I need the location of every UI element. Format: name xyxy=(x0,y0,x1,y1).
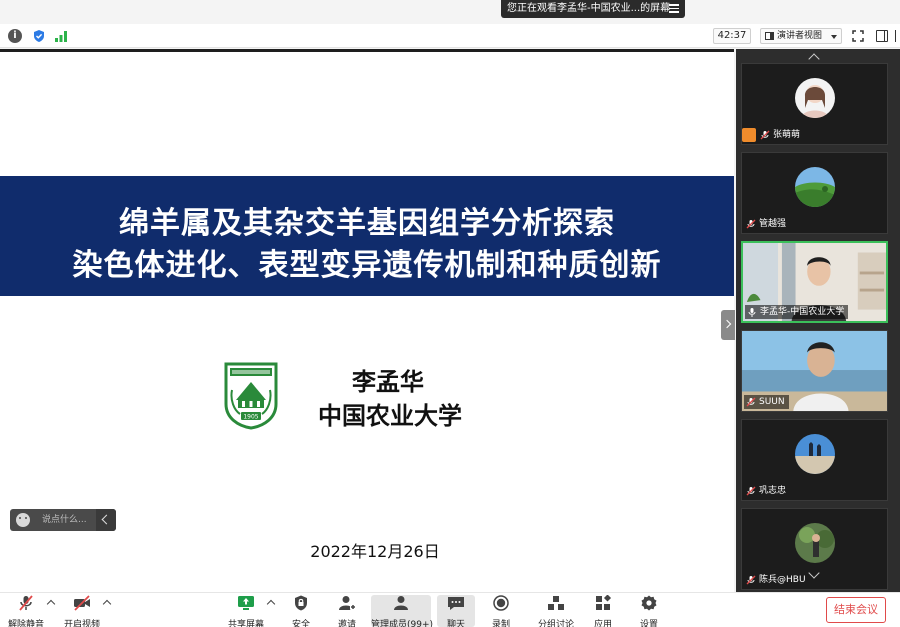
chevron-down-icon xyxy=(831,35,837,39)
record-label: 录制 xyxy=(491,620,510,627)
settings-button[interactable]: 设置 xyxy=(634,595,664,627)
participant-name: 巩志忠 xyxy=(744,484,786,498)
fullscreen-icon[interactable] xyxy=(852,30,864,42)
slide-date: 2022年12月26日 xyxy=(310,542,440,561)
participants-icon xyxy=(394,596,408,610)
apps-icon xyxy=(596,594,612,610)
menu-icon[interactable] xyxy=(669,4,679,14)
screen-share-banner[interactable]: 您正在观看李孟华-中国农业...的屏幕 xyxy=(501,0,685,18)
mic-muted-icon xyxy=(19,595,33,611)
manage-participants-button[interactable]: 管理成员(99+) xyxy=(371,595,434,627)
invite-icon xyxy=(339,596,356,610)
university-logo: 1905 xyxy=(224,362,278,430)
host-icon xyxy=(742,128,756,142)
manage-participants-label: 管理成员(99+) xyxy=(371,620,434,627)
slide-author-name: 李孟华 xyxy=(352,368,424,396)
more-icon[interactable] xyxy=(895,30,900,42)
quick-chat-input[interactable]: 说点什么... xyxy=(10,509,116,531)
security-button[interactable]: 安全 xyxy=(286,595,316,627)
participant-name: 管越强 xyxy=(744,217,786,231)
mic-icon xyxy=(748,308,756,317)
slide-author-affiliation: 中国农业大学 xyxy=(318,402,462,430)
mic-muted-icon xyxy=(746,397,756,407)
apps-button[interactable]: 应用 xyxy=(588,594,618,627)
start-video-label: 开启视频 xyxy=(63,620,100,627)
participant-tile[interactable]: 巩志忠 xyxy=(741,419,888,501)
avatar xyxy=(795,523,835,563)
chat-button[interactable]: 聊天 xyxy=(437,595,475,627)
shield-icon[interactable] xyxy=(32,29,46,43)
screen-share-banner-text: 您正在观看李孟华-中国农业...的屏幕 xyxy=(507,3,671,14)
participant-name: SUUN xyxy=(744,395,789,409)
start-video-button[interactable]: 开启视频 xyxy=(62,595,102,627)
mic-muted-icon xyxy=(746,219,756,229)
meeting-timer: 42:37 xyxy=(713,28,751,44)
settings-label: 设置 xyxy=(639,620,658,627)
quick-chat-placeholder: 说点什么... xyxy=(42,515,87,525)
share-screen-button[interactable]: 共享屏幕 xyxy=(226,595,266,627)
chat-icon xyxy=(448,597,464,610)
emoji-icon[interactable] xyxy=(16,513,30,527)
record-button[interactable]: 录制 xyxy=(486,595,516,627)
avatar xyxy=(795,78,835,118)
unmute-label: 解除静音 xyxy=(7,620,44,627)
slide-title-line-1: 绵羊属及其杂交羊基因组学分析探索 xyxy=(119,206,615,241)
share-screen-icon xyxy=(238,596,254,610)
security-icon xyxy=(295,595,307,611)
breakout-icon xyxy=(548,596,564,610)
panel-collapse-handle[interactable] xyxy=(721,310,735,340)
security-label: 安全 xyxy=(291,620,310,627)
avatar xyxy=(795,434,835,474)
record-icon xyxy=(493,595,509,611)
logo-year: 1905 xyxy=(243,414,258,421)
share-screen-label: 共享屏幕 xyxy=(227,620,264,627)
status-bar: i 42:37 演讲者视图 xyxy=(0,24,900,48)
participant-name: 张萌萌 xyxy=(758,128,800,142)
view-mode-label: 演讲者视图 xyxy=(777,31,823,41)
breakout-rooms-button[interactable]: 分组讨论 xyxy=(536,595,576,627)
breakout-label: 分组讨论 xyxy=(537,620,574,627)
participant-name: 李孟华-中国农业大学 xyxy=(745,305,849,319)
slide-title-band: 绵羊属及其杂交羊基因组学分析探索 染色体进化、表型变异遗传机制和种质创新 xyxy=(0,176,734,296)
participant-tile[interactable]: 张萌萌 xyxy=(741,63,888,145)
slide-title-line-2: 染色体进化、表型变异遗传机制和种质创新 xyxy=(72,248,662,283)
video-off-icon xyxy=(74,595,90,611)
view-mode-dropdown[interactable]: 演讲者视图 xyxy=(760,28,842,44)
chat-label: 聊天 xyxy=(446,620,465,627)
participant-name: 陈兵@HBU xyxy=(744,573,806,587)
invite-button[interactable]: 邀请 xyxy=(332,595,362,627)
participant-tile-active-speaker[interactable]: 李孟华-中国农业大学 xyxy=(741,241,888,323)
chevron-left-icon[interactable] xyxy=(96,509,116,531)
mic-muted-icon xyxy=(760,130,770,140)
mic-muted-icon xyxy=(746,486,756,496)
audio-options-chevron-icon[interactable] xyxy=(46,599,56,609)
layout-icon xyxy=(765,32,774,40)
invite-label: 邀请 xyxy=(337,620,356,627)
end-meeting-button[interactable]: 结束会议 xyxy=(826,597,886,623)
participant-tile[interactable]: 管越强 xyxy=(741,152,888,234)
meeting-toolbar: 解除静音 开启视频 共享屏幕 安全 邀请 管理成员(99+) 聊天 录制 分组讨… xyxy=(0,592,900,627)
meeting-window: 您正在观看李孟华-中国农业...的屏幕 i 42:37 演讲者视图 绵羊属及其杂… xyxy=(0,0,900,627)
mic-muted-icon xyxy=(746,575,756,585)
video-options-chevron-icon[interactable] xyxy=(102,599,112,609)
unmute-button[interactable]: 解除静音 xyxy=(6,595,46,627)
sidebar-toggle-icon[interactable] xyxy=(876,30,888,42)
share-options-chevron-icon[interactable] xyxy=(266,599,276,609)
participant-tile[interactable]: SUUN xyxy=(741,330,888,412)
settings-icon xyxy=(641,595,657,611)
info-icon[interactable]: i xyxy=(8,29,22,43)
participant-gallery: 张萌萌 管越强 李孟华-中国农业大学 SUUN 巩志忠 陈兵@HBU xyxy=(736,49,900,592)
signal-icon[interactable] xyxy=(54,29,68,43)
apps-label: 应用 xyxy=(593,620,612,627)
avatar xyxy=(795,167,835,207)
